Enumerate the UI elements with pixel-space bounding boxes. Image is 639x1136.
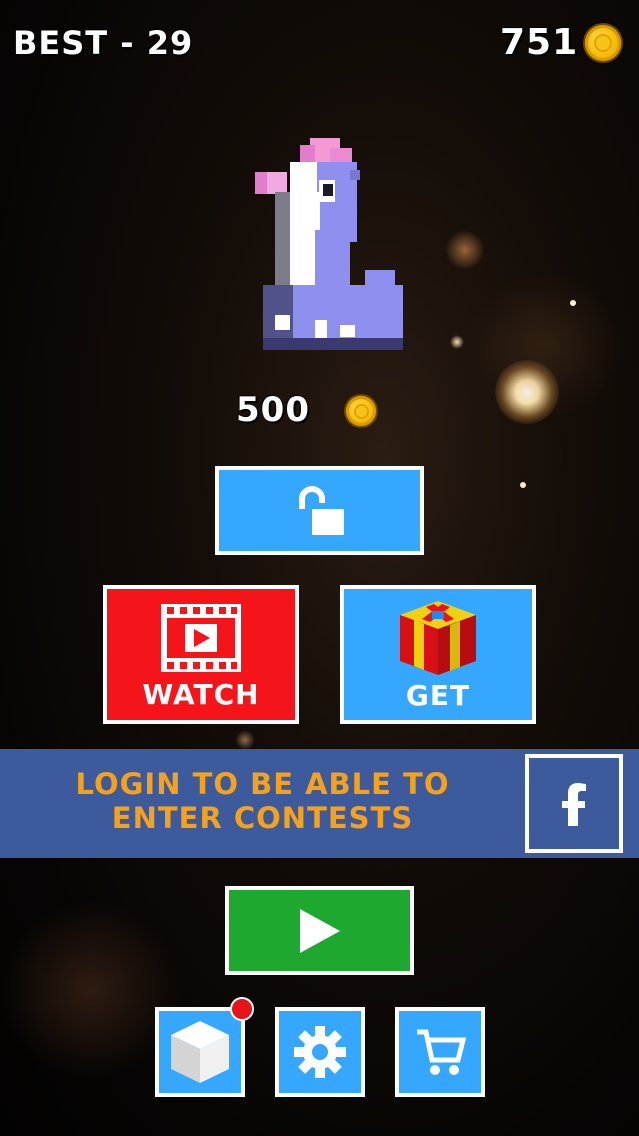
play-icon [299,908,340,953]
get-label: GET [405,679,471,712]
notification-badge [230,997,254,1021]
watch-label: WATCH [142,678,260,711]
play-button[interactable] [225,886,414,975]
cube-icon [171,1021,229,1083]
login-message-line1: LOGIN TO BE ABLE TO [75,767,450,801]
background-glow [0,900,180,1080]
gift-icon [400,601,476,675]
background-glow [235,730,255,750]
background-glow [570,300,576,306]
login-message-line2: ENTER CONTESTS [111,801,414,835]
character-sprite [255,130,405,355]
coin-count: 751 [500,22,579,63]
background-glow [495,360,559,424]
settings-button[interactable] [275,1007,365,1097]
character-price: 500 [236,390,310,430]
unlock-button[interactable] [215,466,424,555]
watch-video-button[interactable]: WATCH [103,585,299,724]
coin-icon [585,25,621,61]
film-icon [161,604,241,672]
get-gift-button[interactable]: GET [340,585,536,724]
best-score: BEST - 29 [13,24,194,62]
cart-icon [417,1029,466,1075]
shop-button[interactable] [395,1007,485,1097]
coin-icon [346,396,376,426]
background-glow [445,230,485,270]
facebook-icon [562,782,586,826]
background-glow [470,270,620,420]
background-glow [450,335,464,349]
login-banner: LOGIN TO BE ABLE TO ENTER CONTESTS [0,749,639,858]
facebook-login-button[interactable] [525,754,623,853]
background-glow [520,482,526,488]
login-message: LOGIN TO BE ABLE TO ENTER CONTESTS [0,767,525,835]
gear-icon [294,1026,346,1078]
skins-button[interactable] [155,1007,245,1097]
unlock-icon [298,485,344,535]
